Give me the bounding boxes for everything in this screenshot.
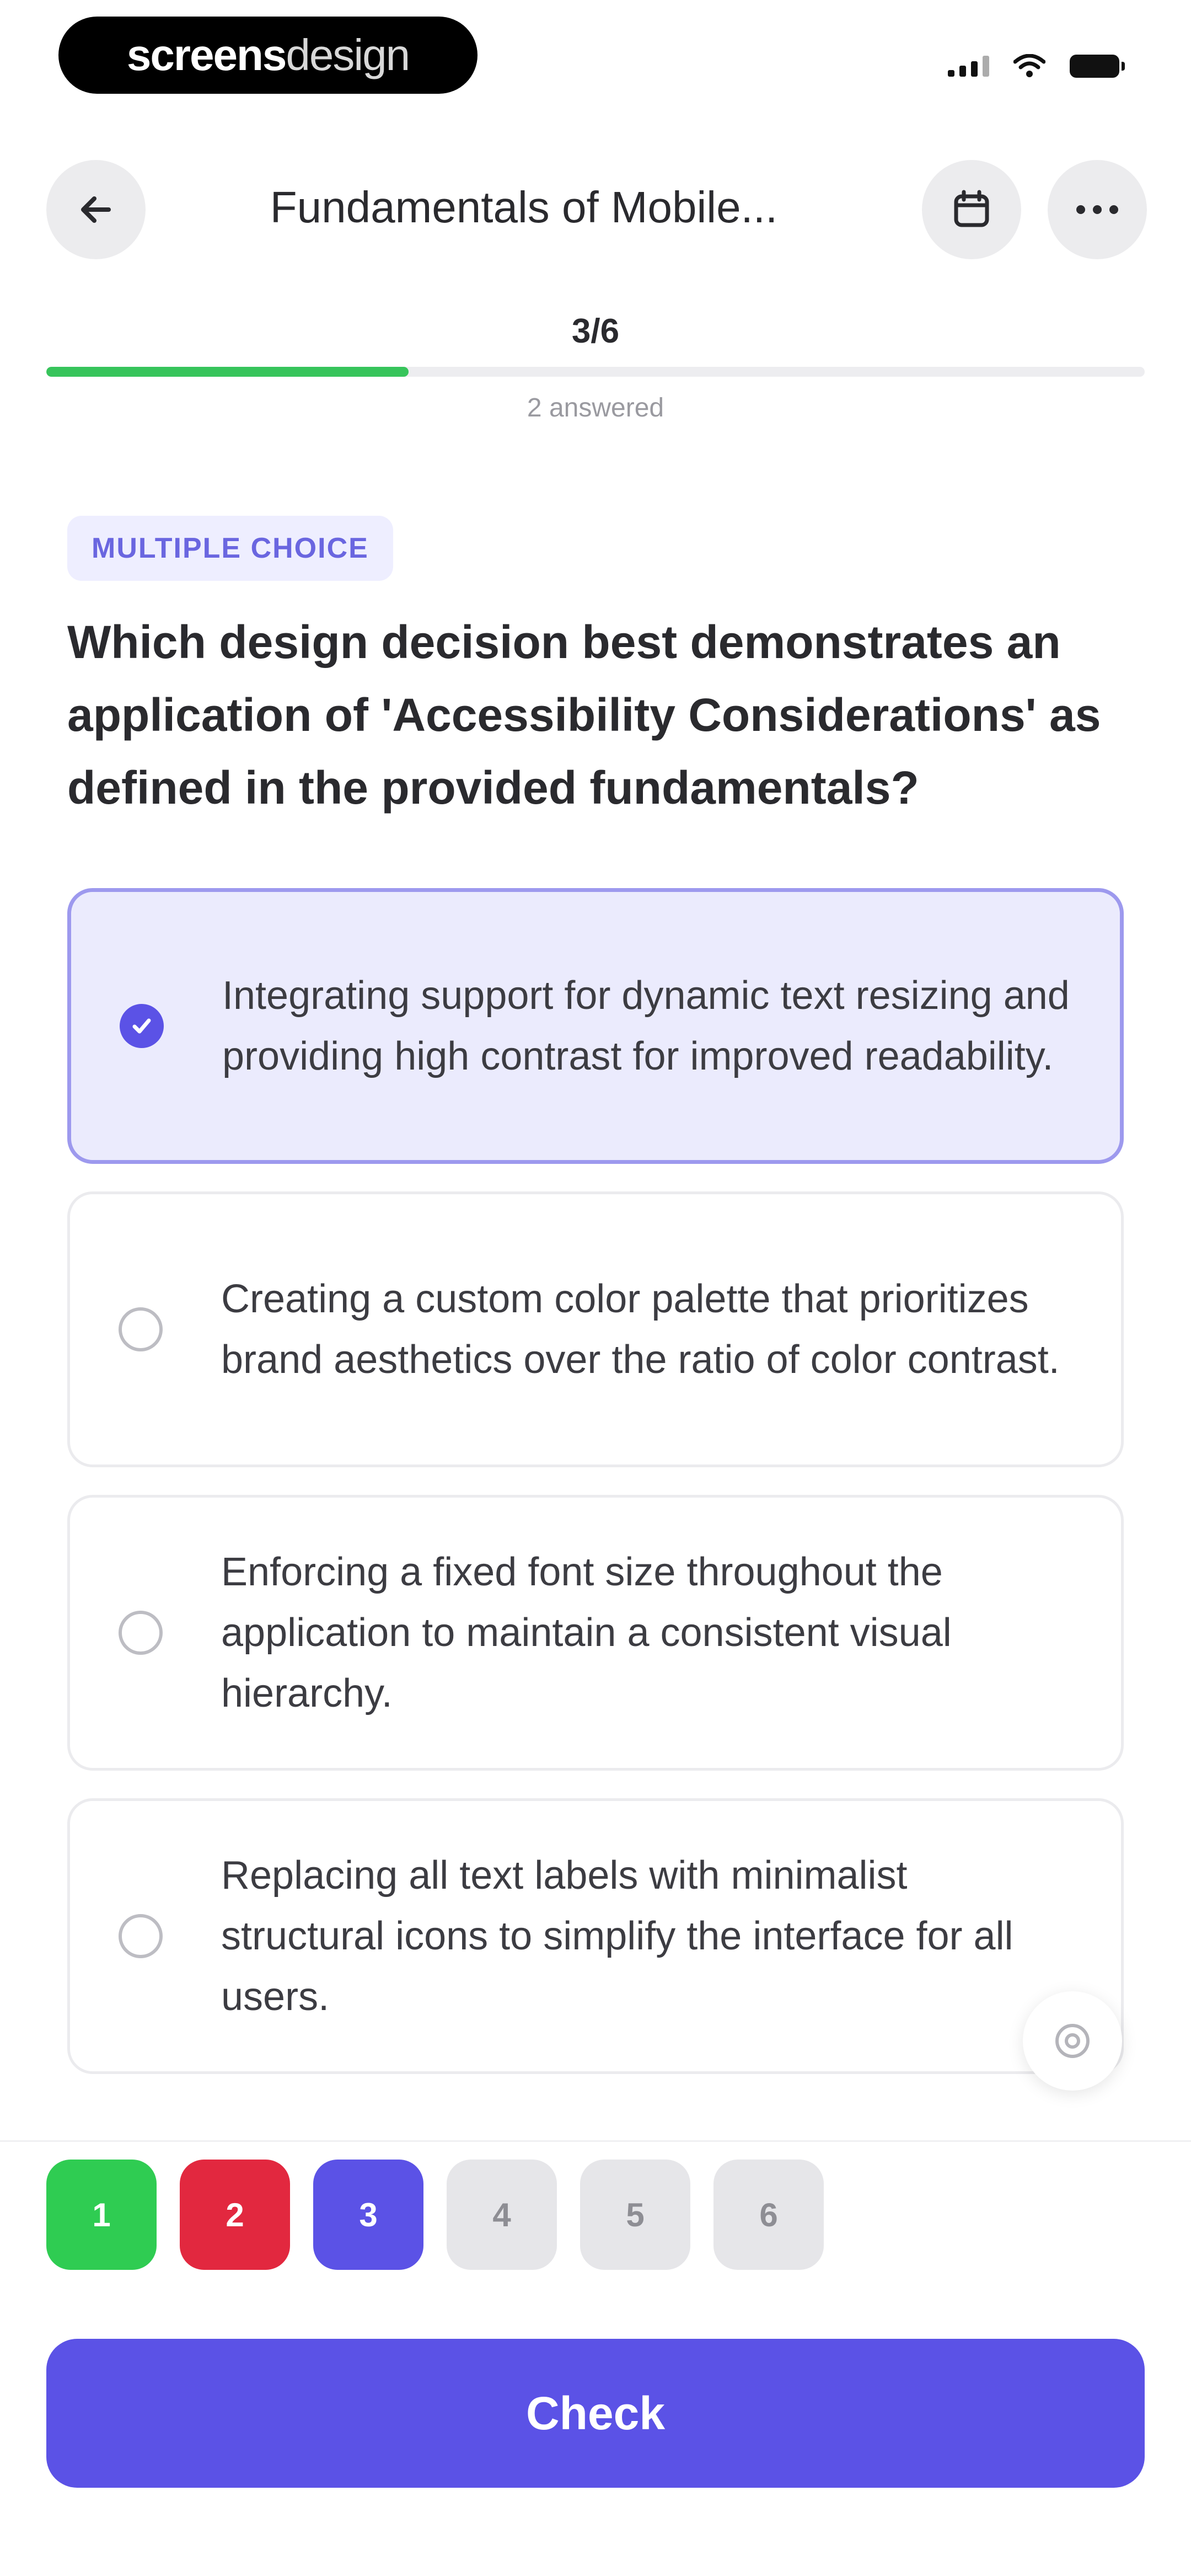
question-counter: 3/6 [571, 312, 620, 350]
status-icons [948, 47, 1125, 85]
brand-logo: screens design [58, 17, 478, 94]
answer-option-text: Enforcing a fixed font size throughout t… [221, 1550, 952, 1715]
answered-count: 2 answered [527, 393, 664, 423]
calendar-icon [954, 190, 989, 227]
more-icon [1076, 205, 1118, 214]
question-nav-1[interactable]: 1 [46, 2160, 157, 2270]
question-type-badge: MULTIPLE CHOICE [67, 516, 393, 581]
settings-floating-button[interactable] [1023, 1991, 1122, 2091]
checkmark-icon [132, 1018, 151, 1034]
back-button[interactable] [46, 160, 146, 259]
radio-button[interactable] [119, 1611, 163, 1655]
question-text: Which design decision best demonstrates … [67, 616, 1101, 814]
answer-option-1[interactable]: Integrating support for dynamic text res… [67, 888, 1124, 1164]
question-nav-6[interactable]: 6 [713, 2160, 824, 2270]
question-nav-5[interactable]: 5 [580, 2160, 690, 2270]
question-nav-4[interactable]: 4 [447, 2160, 557, 2270]
more-options-button[interactable] [1048, 160, 1147, 259]
wifi-icon [1013, 54, 1045, 77]
radio-button[interactable] [120, 1004, 164, 1048]
check-button[interactable]: Check [46, 2339, 1145, 2488]
radio-button[interactable] [119, 1307, 163, 1351]
answer-option-text: Integrating support for dynamic text res… [222, 974, 1070, 1078]
battery-icon [1070, 55, 1125, 78]
back-arrow-icon [81, 196, 111, 223]
progress-bar [46, 367, 1145, 377]
answer-option-text: Replacing all text labels with minimalis… [221, 1853, 1013, 2019]
signal-icon [948, 56, 989, 77]
gear-icon [1055, 2024, 1090, 2058]
progress-bar-fill [46, 367, 409, 377]
brand-logo-bold: screens [126, 30, 287, 79]
calendar-button[interactable] [922, 160, 1021, 259]
answer-option-4[interactable]: Replacing all text labels with minimalis… [67, 1798, 1124, 2074]
question-nav-3[interactable]: 3 [313, 2160, 423, 2270]
question-nav-2[interactable]: 2 [180, 2160, 290, 2270]
radio-button[interactable] [119, 1914, 163, 1958]
divider [0, 2140, 1191, 2142]
answer-option-3[interactable]: Enforcing a fixed font size throughout t… [67, 1495, 1124, 1771]
answer-option-2[interactable]: Creating a custom color palette that pri… [67, 1191, 1124, 1467]
brand-logo-light: design [286, 30, 410, 79]
answer-option-text: Creating a custom color palette that pri… [221, 1277, 1060, 1382]
page-title: Fundamentals of Mobile... [270, 183, 778, 232]
